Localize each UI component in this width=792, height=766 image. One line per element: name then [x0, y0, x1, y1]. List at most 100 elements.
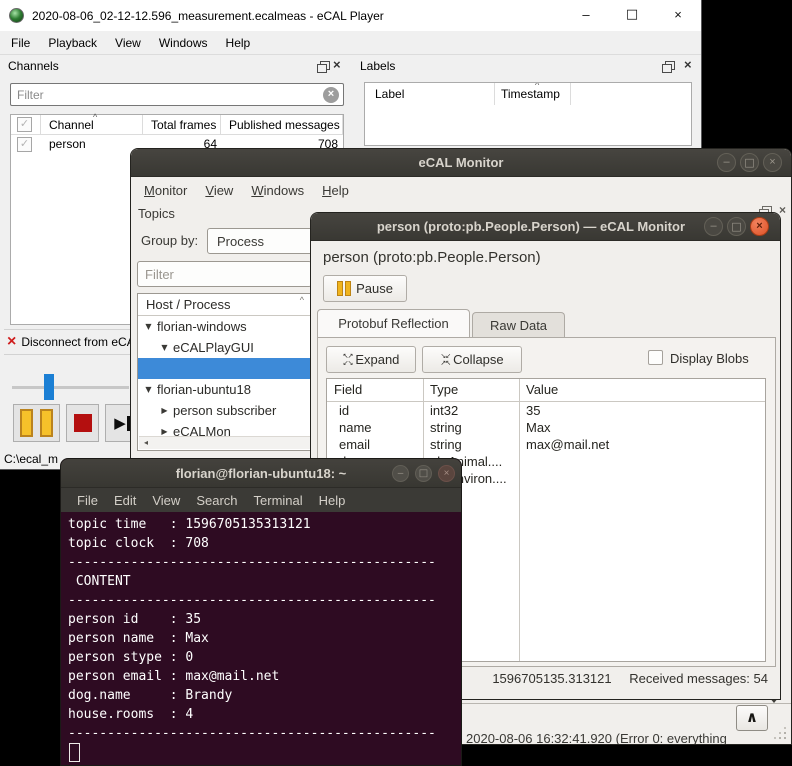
menu-item-monitor[interactable]: Monitor — [135, 183, 196, 198]
expand-arrows-icon: ↖↗ ↙↘ — [342, 351, 354, 367]
minimize-button[interactable]: – — [717, 153, 736, 172]
minimize-button[interactable]: – — [392, 465, 409, 482]
stop-button[interactable] — [66, 404, 99, 442]
terminal-titlebar[interactable]: florian@florian-ubuntu18: ~ – □ × — [61, 459, 461, 488]
channels-filter-input[interactable]: Filter — [10, 83, 344, 106]
field-row-email[interactable]: email string max@mail.net — [327, 436, 765, 453]
field-row-id[interactable]: id int32 35 — [327, 402, 765, 419]
channels-close-icon[interactable]: × — [333, 58, 341, 71]
close-button[interactable]: × — [750, 217, 769, 236]
expanded-arrow-icon[interactable]: ▼ — [143, 385, 154, 394]
topics-panel-title: Topics — [138, 206, 175, 221]
column-divider — [519, 379, 520, 661]
column-header-total-frames[interactable]: Total frames — [143, 115, 221, 135]
monitor-titlebar[interactable]: eCAL Monitor – □ × — [131, 149, 791, 177]
menu-item-search[interactable]: Search — [188, 493, 245, 508]
field-type: string — [430, 420, 462, 435]
minimize-button[interactable]: – — [563, 0, 609, 31]
disconnect-x-icon: × — [7, 333, 17, 350]
terminal-menubar: File Edit View Search Terminal Help — [61, 488, 461, 512]
maximize-button[interactable]: □ — [740, 153, 759, 172]
player-titlebar[interactable]: 2020-08-06_02-12-12.596_measurement.ecal… — [0, 0, 701, 31]
terminal-line: topic time : 1596705135313121 — [68, 517, 311, 532]
tree-item-person-subscriber[interactable]: ▶ person subscriber — [138, 400, 311, 421]
menu-item-view[interactable]: View — [196, 183, 242, 198]
collapsed-arrow-icon[interactable]: ▶ — [159, 427, 170, 436]
channel-checkbox[interactable]: ✓ — [17, 137, 32, 152]
desktop: 2020-08-06_02-12-12.596_measurement.ecal… — [0, 0, 792, 766]
field-row-name[interactable]: name string Max — [327, 419, 765, 436]
column-header-published-messages[interactable]: Published messages — [221, 115, 343, 135]
collapsed-arrow-icon[interactable]: ▶ — [159, 406, 170, 415]
expand-button[interactable]: ↖↗ ↙↘ Expand — [326, 346, 416, 373]
menu-item-help[interactable]: Help — [311, 493, 354, 508]
labels-float-icon[interactable] — [662, 61, 675, 73]
inspector-titlebar[interactable]: person (proto:pb.People.Person) — eCAL M… — [311, 213, 780, 241]
group-by-select[interactable]: Process — [207, 228, 317, 254]
tree-item-label: person subscriber — [173, 403, 277, 418]
channel-name: person — [49, 137, 86, 151]
close-button[interactable]: × — [655, 0, 701, 31]
close-button[interactable]: × — [763, 153, 782, 172]
menu-item-view[interactable]: View — [144, 493, 188, 508]
minimize-button[interactable]: – — [704, 217, 723, 236]
pause-playback-button[interactable] — [13, 404, 60, 442]
tab-raw-data[interactable]: Raw Data — [472, 312, 565, 338]
expanded-arrow-icon[interactable]: ▼ — [159, 343, 170, 352]
topics-close-icon[interactable]: × — [779, 204, 786, 217]
resize-grip[interactable] — [775, 728, 787, 740]
menu-item-help[interactable]: Help — [313, 183, 358, 198]
terminal-output[interactable]: topic time : 1596705135313121 topic clock… — [61, 512, 461, 765]
terminal-line: house.rooms : 4 — [68, 707, 194, 722]
collapse-button[interactable]: ↘↙ ↗↖ Collapse — [422, 346, 522, 373]
menu-item-terminal[interactable]: Terminal — [246, 493, 311, 508]
tree-item-ecalplaygui[interactable]: ▼ eCALPlayGUI — [138, 337, 311, 358]
expanded-arrow-icon[interactable]: ▼ — [143, 322, 154, 331]
column-header-field[interactable]: Field — [327, 379, 423, 401]
tree-item-selected[interactable] — [138, 358, 311, 379]
menu-item-view[interactable]: View — [106, 36, 150, 50]
terminal-window-title: florian@florian-ubuntu18: ~ — [175, 465, 347, 481]
expand-log-panel-button[interactable]: ∧ — [736, 705, 768, 731]
maximize-button[interactable]: □ — [727, 217, 746, 236]
menu-item-windows[interactable]: Windows — [150, 36, 217, 50]
menu-item-help[interactable]: Help — [217, 36, 260, 50]
tab-protobuf-reflection[interactable]: Protobuf Reflection — [317, 309, 470, 338]
close-button[interactable]: × — [438, 465, 455, 482]
tree-horizontal-scrollbar[interactable]: ◂ — [139, 436, 310, 449]
seek-slider-track[interactable] — [12, 386, 129, 389]
seek-slider-handle[interactable] — [44, 374, 54, 400]
clear-filter-icon[interactable]: × — [323, 87, 339, 103]
maximize-button[interactable]: □ — [415, 465, 432, 482]
column-header-label[interactable]: Label — [365, 83, 495, 105]
terminal-line: ----------------------------------------… — [68, 593, 436, 608]
column-header-value[interactable]: Value — [519, 379, 765, 401]
menu-item-file[interactable]: File — [69, 493, 106, 508]
menu-item-windows[interactable]: Windows — [242, 183, 313, 198]
menu-item-edit[interactable]: Edit — [106, 493, 144, 508]
channels-float-icon[interactable] — [317, 61, 330, 73]
tree-item-florian-ubuntu18[interactable]: ▼ florian-ubuntu18 — [138, 379, 311, 400]
tree-column-header[interactable]: Host / Process ^ — [138, 294, 311, 316]
display-blobs-checkbox[interactable] — [648, 350, 663, 365]
disconnect-button[interactable]: × Disconnect from eCA — [4, 329, 130, 355]
topics-filter-input[interactable]: Filter — [137, 261, 312, 287]
menu-item-file[interactable]: File — [2, 36, 39, 50]
inspector-window-title: person (proto:pb.People.Person) — eCAL M… — [376, 219, 685, 234]
scroll-left-icon[interactable]: ◂ — [139, 437, 153, 449]
stop-icon — [73, 414, 92, 432]
topic-heading: person (proto:pb.People.Person) — [323, 249, 541, 266]
maximize-button[interactable]: □ — [609, 0, 655, 31]
player-window-title: 2020-08-06_02-12-12.596_measurement.ecal… — [32, 8, 384, 23]
received-messages-count: Received messages: 54 — [629, 671, 768, 686]
message-timestamp: 1596705135.313121 — [492, 671, 612, 686]
pause-button[interactable]: Pause — [323, 275, 407, 302]
column-header-channel[interactable]: Channel ^ — [41, 113, 143, 135]
select-all-checkbox[interactable]: ✓ — [17, 117, 32, 132]
labels-close-icon[interactable]: × — [684, 58, 692, 71]
menu-item-playback[interactable]: Playback — [39, 36, 106, 50]
terminal-line: topic clock : 708 — [68, 536, 209, 551]
tree-item-florian-windows[interactable]: ▼ florian-windows — [138, 316, 311, 337]
column-header-type[interactable]: Type — [423, 379, 519, 401]
column-header-timestamp[interactable]: Timestamp ^ — [495, 83, 571, 105]
